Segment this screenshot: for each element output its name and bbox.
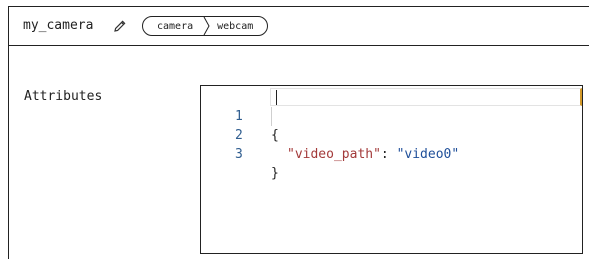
resource-title: my_camera bbox=[23, 18, 94, 33]
line-number: 1 bbox=[235, 109, 243, 124]
attributes-label: Attributes bbox=[24, 89, 103, 104]
json-colon: : bbox=[380, 147, 397, 162]
json-close-brace: } bbox=[271, 166, 279, 181]
line-number: 2 bbox=[235, 128, 243, 143]
editor-line: 1 { bbox=[201, 88, 279, 143]
line-number: 3 bbox=[235, 147, 243, 162]
pencil-icon[interactable] bbox=[113, 18, 127, 32]
text-cursor bbox=[276, 90, 277, 105]
editor-line: 3 } bbox=[201, 126, 279, 181]
attributes-json-editor[interactable]: 1 { 2 "video_path": "video0" 3 } bbox=[200, 85, 583, 254]
json-string-value: "video0" bbox=[396, 147, 460, 162]
active-line-highlight bbox=[270, 88, 582, 106]
json-key: "video_path" bbox=[287, 147, 381, 162]
resource-header: my_camera camera webcam bbox=[8, 6, 589, 46]
json-open-brace: { bbox=[271, 128, 279, 143]
chevron-right-icon bbox=[203, 17, 210, 35]
breadcrumb-item-webcam[interactable]: webcam bbox=[211, 17, 267, 35]
indent-guide bbox=[271, 107, 272, 126]
breadcrumb-item-camera[interactable]: camera bbox=[143, 17, 203, 35]
editor-line: 2 "video_path": "video0" bbox=[201, 107, 459, 162]
type-breadcrumb: camera webcam bbox=[142, 16, 269, 36]
